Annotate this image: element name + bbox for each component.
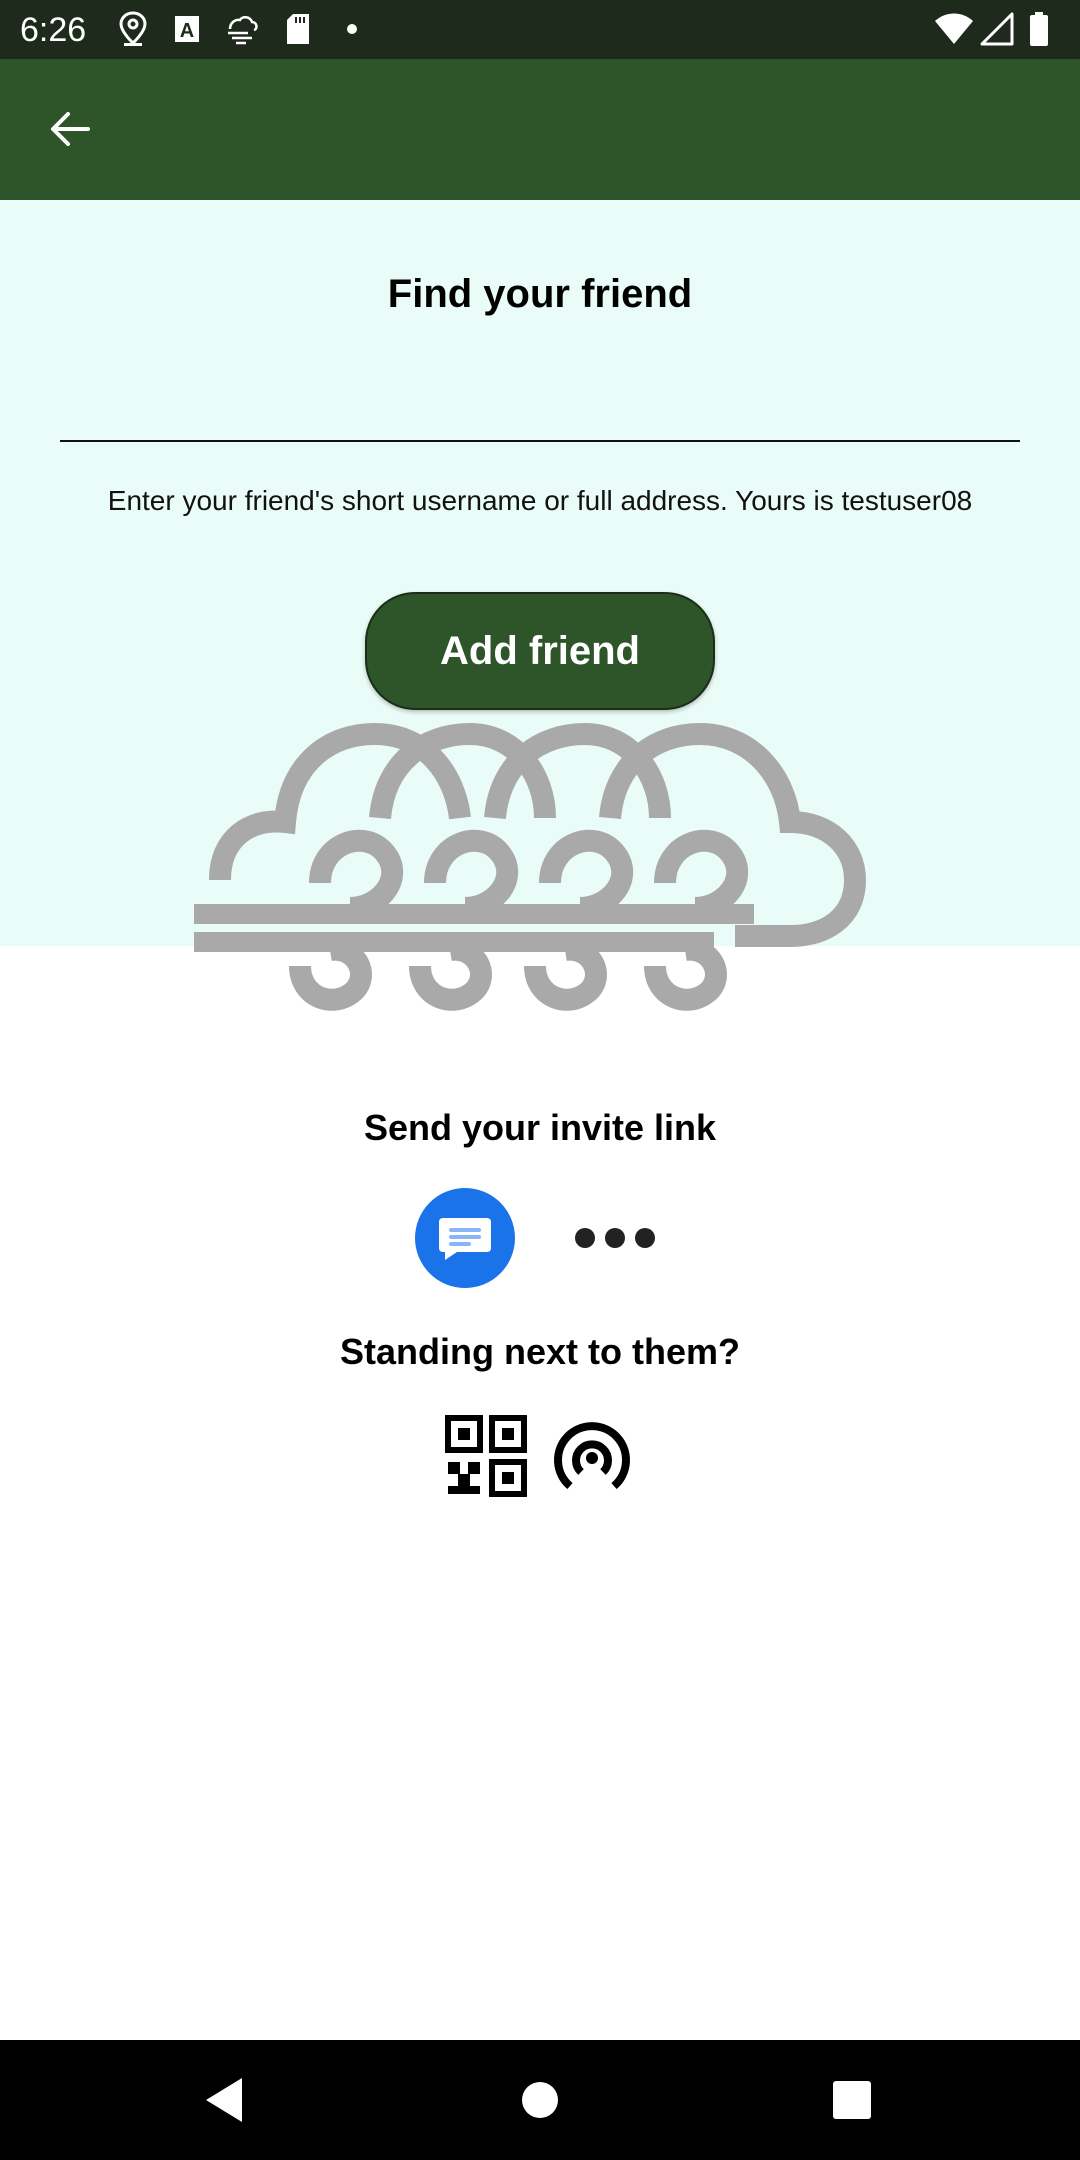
wifi-icon	[935, 13, 973, 44]
qr-code-button[interactable]	[444, 1414, 528, 1498]
svg-text:A: A	[180, 20, 194, 42]
nav-recents-icon[interactable]	[822, 2070, 882, 2130]
more-horiz-icon	[575, 1228, 655, 1248]
arrow-back-icon	[51, 112, 90, 146]
find-friend-title: Find your friend	[387, 272, 693, 316]
qr-code-icon	[445, 1415, 527, 1497]
app-bar	[0, 59, 1080, 200]
invite-link-title: Send your invite link	[363, 1107, 717, 1148]
messages-share-button[interactable]	[415, 1188, 515, 1288]
sd-card-icon	[287, 14, 309, 44]
battery-icon	[1030, 12, 1048, 46]
nearby-signal-icon	[554, 1422, 630, 1490]
system-nav-bar	[0, 2040, 1080, 2160]
status-icons-right	[934, 11, 1064, 47]
signal-icon	[980, 12, 1014, 46]
status-time: 6:26	[20, 11, 87, 49]
nearby-share-button[interactable]	[550, 1414, 634, 1498]
more-share-button[interactable]	[565, 1208, 665, 1268]
dot-icon	[347, 24, 357, 34]
nav-back-icon[interactable]	[196, 2070, 256, 2130]
nearby-title: Standing next to them?	[340, 1331, 740, 1372]
nav-home-icon[interactable]	[510, 2070, 570, 2130]
helper-text: Enter your friend's short username or fu…	[107, 485, 973, 516]
messages-icon	[439, 1218, 491, 1260]
weather-wind-icon	[228, 16, 258, 45]
status-bar: 6:26 A	[0, 0, 1080, 59]
text-a-icon: A	[175, 16, 199, 42]
add-friend-button[interactable]: Add friend	[365, 592, 715, 710]
friend-address-input[interactable]	[60, 360, 1020, 442]
location-icon	[119, 11, 147, 46]
wind-cloud-graphic	[194, 722, 867, 1011]
back-button[interactable]	[30, 99, 110, 159]
